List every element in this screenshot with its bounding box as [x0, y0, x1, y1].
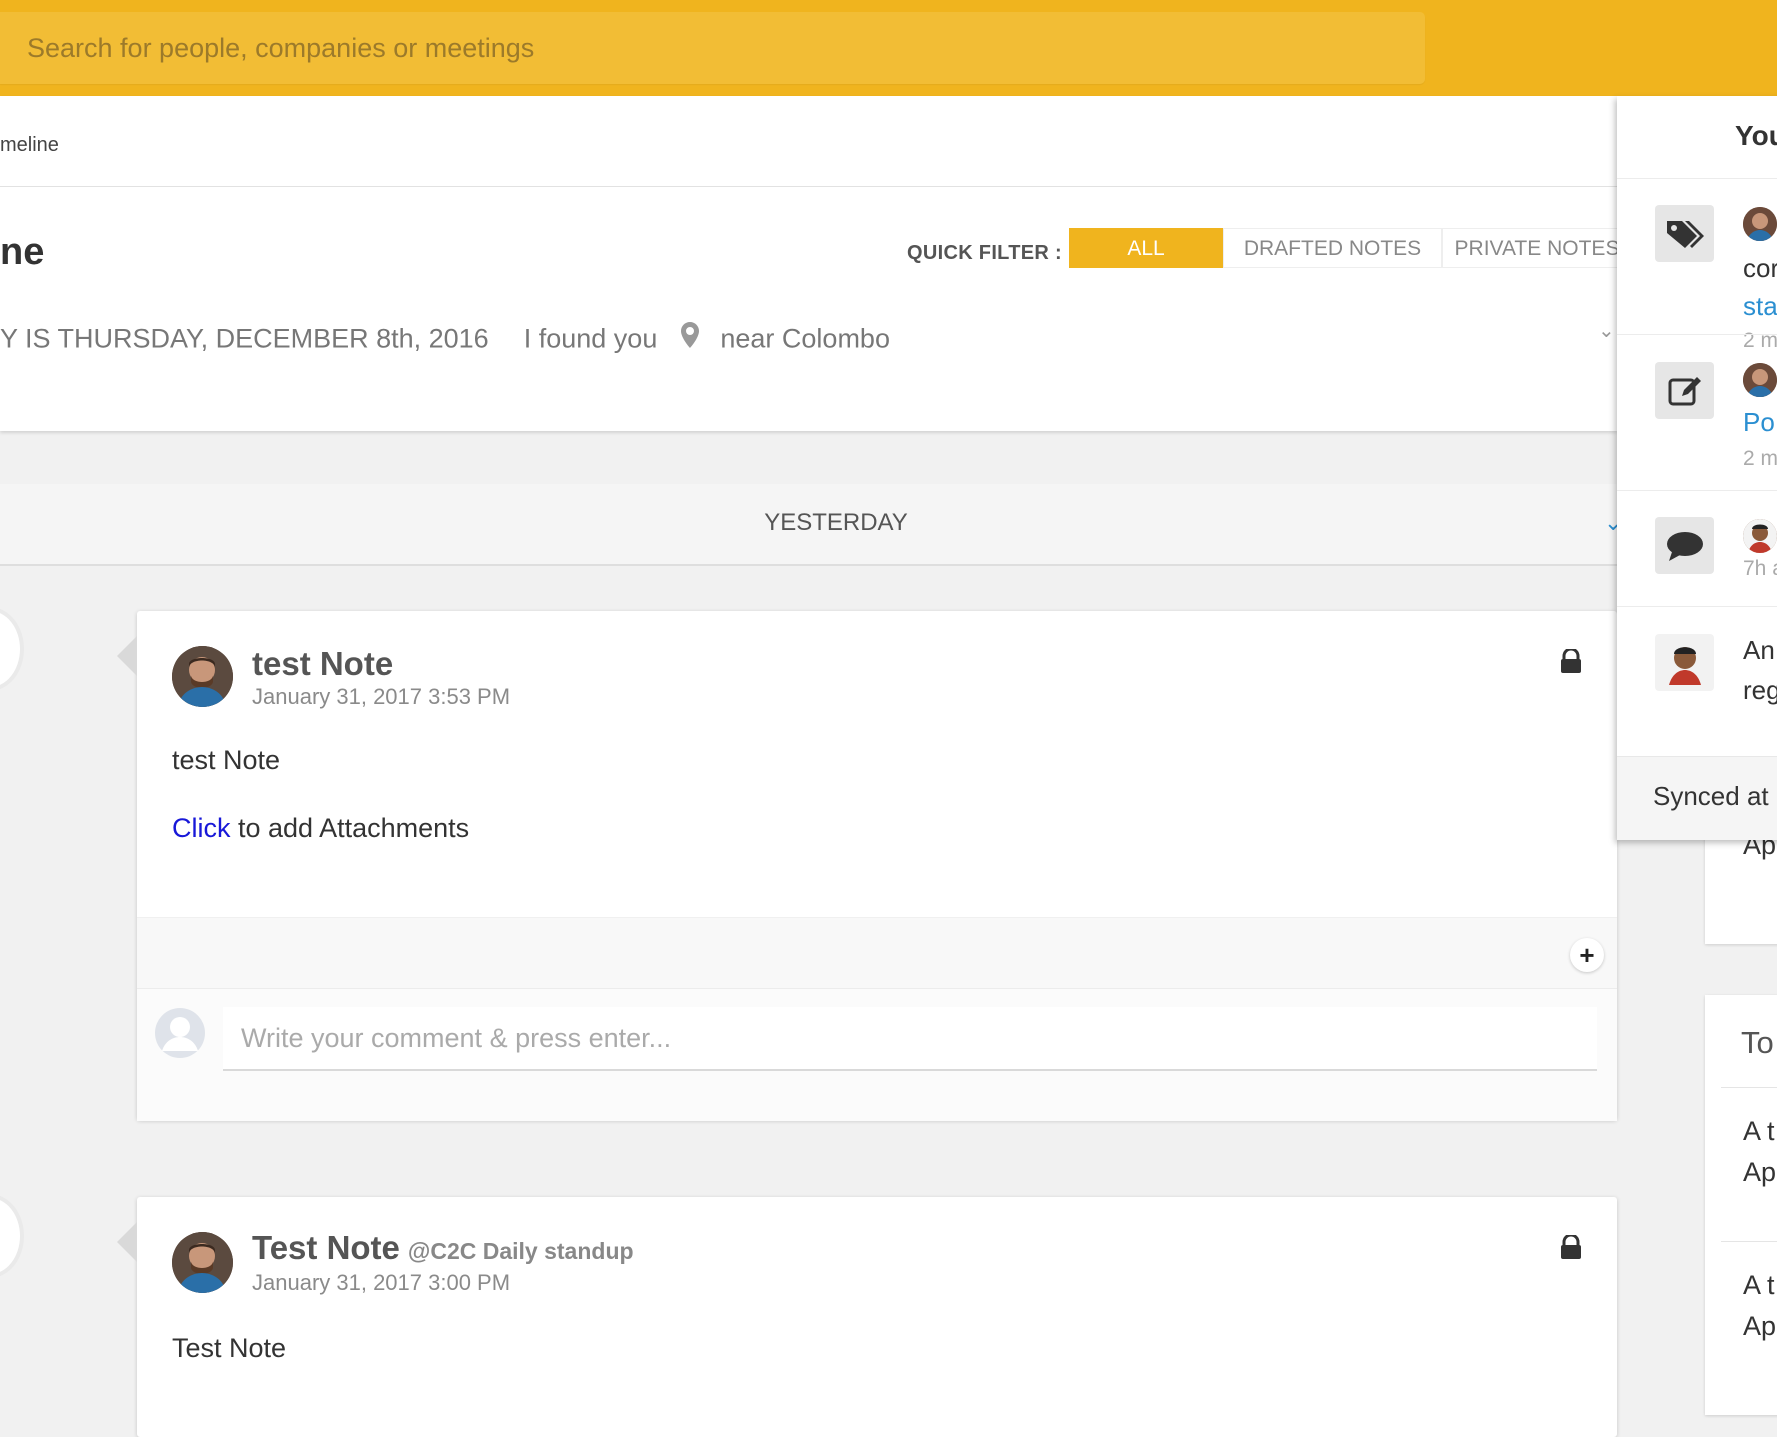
notification-time: 7h a: [1743, 557, 1777, 580]
today-info: Y IS THURSDAY, DECEMBER 8th, 2016 I foun…: [0, 322, 890, 355]
right-card-title: To: [1741, 1025, 1774, 1060]
filter-drafted-notes[interactable]: DRAFTED NOTES: [1223, 228, 1442, 268]
note-body: Test Note: [172, 1333, 287, 1363]
divider: [1721, 1241, 1777, 1242]
notifications-footer: Synced at: [1617, 756, 1777, 840]
divider: [1721, 1087, 1777, 1088]
chevron-down-icon[interactable]: ⌄: [1598, 318, 1615, 343]
today-date: Y IS THURSDAY, DECEMBER 8th, 2016: [0, 323, 489, 354]
right-card-todo: To A t Ap A t Ap: [1705, 995, 1777, 1415]
notification-link[interactable]: Po: [1743, 407, 1775, 438]
avatar[interactable]: [172, 1232, 233, 1293]
note-title-text: test Note: [252, 645, 394, 682]
note-body: test Note: [172, 745, 281, 775]
comment-icon: [1655, 517, 1714, 574]
synced-status: Synced at: [1653, 781, 1769, 811]
notification-link[interactable]: sta: [1743, 291, 1777, 322]
attachments-text: to add Attachments: [230, 813, 470, 843]
divider: [0, 186, 1617, 187]
attachments-line: Click to add Attachments: [172, 813, 469, 844]
note-card: test Note January 31, 2017 3:53 PM test …: [117, 611, 1617, 1121]
found-you-text: I found you: [523, 323, 658, 354]
page-title: ne: [0, 231, 45, 273]
right-item-line1: A t: [1743, 1270, 1775, 1300]
note-card: Test Note @C2C Daily standup January 31, …: [117, 1197, 1617, 1437]
notification-text: An: [1743, 635, 1775, 665]
note-title[interactable]: Test Note @C2C Daily standup: [252, 1229, 634, 1267]
notification-item[interactable]: cor sta 2 m: [1617, 178, 1777, 352]
user-placeholder-icon: [154, 1007, 206, 1059]
quick-filter-label: QUICK FILTER :: [907, 242, 1062, 264]
search-input[interactable]: [0, 12, 1425, 84]
right-item-line2: Ap: [1743, 1157, 1777, 1187]
note-title-text: Test Note: [252, 1229, 400, 1266]
right-item-line2: Ap: [1743, 1311, 1777, 1341]
card-footer: +: [137, 917, 1617, 988]
location-pin-icon: [675, 322, 705, 355]
lock-icon: [1560, 1233, 1582, 1259]
note-date: January 31, 2017 3:00 PM: [252, 1270, 511, 1295]
add-attachments-link[interactable]: Click: [172, 813, 231, 843]
avatar: [1743, 519, 1777, 553]
notification-text: cor: [1743, 253, 1777, 283]
user-avatar: [1655, 634, 1714, 691]
search-bar: [0, 12, 1425, 84]
avatar: [1743, 363, 1777, 397]
filter-private-notes[interactable]: PRIVATE NOTES: [1442, 228, 1632, 268]
avatar: [1743, 207, 1777, 241]
card-pointer: [117, 636, 137, 676]
notification-item[interactable]: An reg: [1617, 606, 1777, 757]
comment-row: [137, 988, 1617, 1121]
notifications-dropdown: You cor sta 2 m Po 2 m 7h a: [1617, 96, 1777, 840]
edit-icon: [1655, 362, 1714, 419]
notification-item[interactable]: 7h a: [1617, 490, 1777, 607]
card-pointer: [117, 1222, 137, 1262]
timeline-dot: [0, 1198, 20, 1274]
notification-time: 2 m: [1743, 447, 1777, 470]
breadcrumb[interactable]: meline: [0, 134, 59, 157]
location-text: near Colombo: [720, 323, 890, 354]
timeline-header: meline ne QUICK FILTER : ALL DRAFTED NOT…: [0, 96, 1632, 431]
notification-text: reg: [1743, 675, 1777, 705]
comment-input[interactable]: [223, 1007, 1597, 1071]
filter-all[interactable]: ALL: [1069, 228, 1223, 268]
meeting-mention[interactable]: @C2C Daily standup: [408, 1238, 634, 1264]
right-item-line1: A t: [1743, 1116, 1775, 1146]
note-date: January 31, 2017 3:53 PM: [252, 684, 511, 709]
quick-filter-group: ALL DRAFTED NOTES PRIVATE NOTES: [1069, 228, 1632, 268]
notifications-title: You: [1735, 120, 1777, 151]
timeline-dot: [0, 611, 20, 687]
section-divider-yesterday[interactable]: YESTERDAY ⌄: [0, 484, 1622, 566]
top-bar: [0, 0, 1777, 96]
lock-icon: [1560, 647, 1582, 673]
notification-item[interactable]: Po 2 m: [1617, 334, 1777, 491]
section-label: YESTERDAY: [764, 509, 908, 536]
tags-icon: [1655, 205, 1714, 262]
note-title[interactable]: test Note: [252, 645, 393, 683]
add-button[interactable]: +: [1570, 938, 1604, 972]
avatar[interactable]: [172, 646, 233, 707]
